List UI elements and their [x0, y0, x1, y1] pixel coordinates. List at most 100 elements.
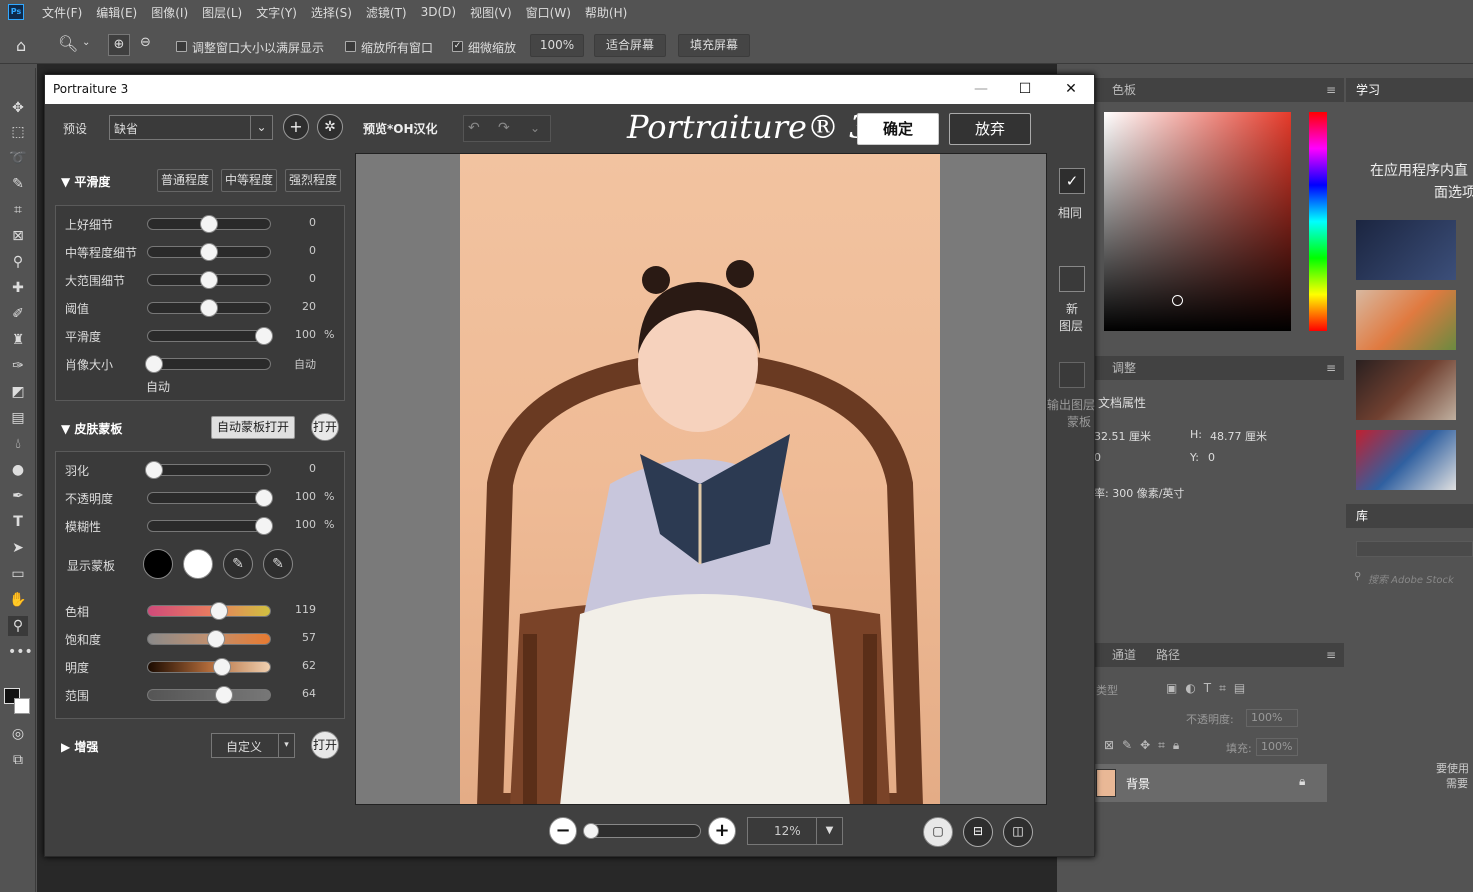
fit-screen-button[interactable]: 适合屏幕 — [594, 34, 666, 57]
zoom-out-icon[interactable]: ⊖ — [140, 35, 151, 50]
cancel-button[interactable]: 放弃 — [949, 113, 1031, 145]
smoothing-section-title[interactable]: ▼ 平滑度 — [61, 173, 110, 190]
undo-icon[interactable]: ↶ — [468, 120, 480, 136]
eyedropper-icon[interactable]: ⚲ — [8, 252, 28, 272]
preset-strong-button[interactable]: 强烈程度 — [285, 169, 341, 192]
mask-white-swatch[interactable] — [183, 549, 213, 579]
enhance-section-title[interactable]: ▶ 增强 — [61, 738, 98, 755]
lock-icons[interactable]: ⊠✎✥⌗🔒︎ — [1104, 738, 1187, 753]
rectangle-tool-icon[interactable]: ▭ — [8, 564, 28, 584]
menu-filter[interactable]: 滤镜(T) — [366, 4, 407, 21]
tab-paths[interactable]: 路径 — [1156, 643, 1180, 667]
preset-medium-button[interactable]: 中等程度 — [221, 169, 277, 192]
split-vertical-icon[interactable]: ◫ — [1003, 817, 1033, 847]
slider-knob[interactable] — [254, 489, 273, 507]
screen-mode-icon[interactable]: ⧉ — [8, 750, 28, 770]
slider-knob[interactable] — [200, 271, 218, 289]
slider-track[interactable] — [147, 299, 271, 317]
layer-row-background[interactable]: 背景 🔒︎ — [1094, 764, 1327, 802]
eraser-tool-icon[interactable]: ◩ — [8, 382, 28, 402]
eyedropper-plus-icon[interactable]: ✎ — [263, 549, 293, 579]
slider-track[interactable] — [147, 489, 273, 507]
lasso-tool-icon[interactable]: ➰ — [8, 148, 28, 168]
ok-button[interactable]: 确定 — [857, 113, 939, 145]
color-picker-field[interactable] — [1104, 112, 1291, 331]
eyedropper-icon[interactable]: ✎ — [223, 549, 253, 579]
layer-filter-type[interactable]: 类型 — [1096, 682, 1118, 698]
slider-track[interactable] — [145, 461, 271, 479]
dodge-tool-icon[interactable]: ● — [8, 460, 28, 480]
pen-tool-icon[interactable]: ✒ — [8, 486, 28, 506]
zoom-in-icon[interactable]: ⊕ — [108, 34, 130, 56]
slider-track[interactable] — [147, 327, 273, 345]
output-mask-checkbox[interactable] — [1059, 362, 1085, 388]
new-layer-checkbox[interactable] — [1059, 266, 1085, 292]
slider-track[interactable] — [147, 243, 271, 261]
menu-image[interactable]: 图像(I) — [151, 4, 188, 21]
zoom-dropdown[interactable]: 12% ▼ — [747, 817, 843, 845]
stock-search-input[interactable]: 搜索 Adobe Stock — [1368, 571, 1454, 586]
slider-knob[interactable] — [209, 602, 228, 620]
skin-mask-section-title[interactable]: ▼ 皮肤蒙板 — [61, 420, 122, 437]
preset-normal-button[interactable]: 普通程度 — [157, 169, 213, 192]
tab-learn[interactable]: 学习 — [1356, 78, 1380, 102]
slider-knob[interactable] — [213, 658, 232, 676]
scrubby-zoom-checkbox[interactable]: ✓ — [452, 41, 463, 52]
mask-black-swatch[interactable] — [143, 549, 173, 579]
zoom-in-icon[interactable]: + — [708, 817, 736, 845]
preview-image-frame[interactable] — [355, 153, 1047, 805]
slider-track[interactable] — [147, 517, 273, 535]
add-preset-icon[interactable]: + — [283, 114, 309, 140]
split-horizontal-icon[interactable]: ⊟ — [963, 817, 993, 847]
enhance-preset-dropdown[interactable]: 自定义 ▾ — [211, 733, 295, 758]
gradient-tool-icon[interactable]: ▤ — [8, 408, 28, 428]
preset-dropdown[interactable]: 缺省 ⌄ — [109, 115, 273, 140]
quick-mask-icon[interactable]: ◎ — [8, 724, 28, 744]
tab-library[interactable]: 库 — [1356, 504, 1368, 528]
move-tool-icon[interactable]: ✥ — [8, 98, 28, 118]
crop-tool-icon[interactable]: ⌗ — [8, 200, 28, 220]
library-select[interactable] — [1356, 541, 1473, 557]
slider-track[interactable] — [147, 271, 271, 289]
slider-knob[interactable] — [254, 327, 273, 345]
stamp-tool-icon[interactable]: ♜ — [8, 330, 28, 350]
menu-file[interactable]: 文件(F) — [42, 4, 82, 21]
slider-track[interactable] — [147, 686, 271, 704]
menu-type[interactable]: 文字(Y) — [256, 4, 297, 21]
fill-screen-button[interactable]: 填充屏幕 — [678, 34, 750, 57]
more-tools-icon[interactable]: ••• — [8, 642, 33, 662]
menu-help[interactable]: 帮助(H) — [585, 4, 627, 21]
path-select-icon[interactable]: ➤ — [8, 538, 28, 558]
slider-knob[interactable] — [254, 517, 273, 535]
hue-slider[interactable] — [1309, 112, 1327, 331]
slider-track[interactable] — [147, 630, 271, 648]
resize-windows-checkbox[interactable] — [176, 41, 187, 52]
slider-knob[interactable] — [214, 686, 233, 704]
chevron-down-icon[interactable]: ⌄ — [530, 121, 540, 135]
preview-toggle-label[interactable]: 预览*OH汉化 — [363, 120, 438, 137]
slider-knob[interactable] — [200, 215, 218, 233]
menu-edit[interactable]: 编辑(E) — [96, 4, 137, 21]
zoom-tool-icon[interactable]: 🔍︎ — [58, 34, 78, 53]
menu-window[interactable]: 窗口(W) — [526, 4, 571, 21]
tab-adjustments[interactable]: 调整 — [1112, 356, 1136, 380]
slider-knob[interactable] — [145, 355, 164, 373]
color-picker-cursor[interactable] — [1172, 295, 1183, 306]
healing-brush-icon[interactable]: ✚ — [8, 278, 28, 298]
zoom-slider[interactable] — [583, 823, 701, 839]
history-brush-icon[interactable]: ✑ — [8, 356, 28, 376]
menu-select[interactable]: 选择(S) — [311, 4, 352, 21]
slider-track[interactable] — [147, 602, 271, 620]
opacity-field[interactable]: 100% — [1246, 709, 1298, 727]
slider-track[interactable] — [147, 215, 271, 233]
zoom-all-checkbox[interactable] — [345, 41, 356, 52]
hand-tool-icon[interactable]: ✋ — [8, 590, 28, 610]
tutorial-thumbnail-3[interactable] — [1356, 360, 1456, 420]
layer-filter-icons[interactable]: ▣◐T⌗▤ — [1166, 681, 1253, 696]
menu-view[interactable]: 视图(V) — [470, 4, 512, 21]
zoom-out-icon[interactable]: − — [549, 817, 577, 845]
single-view-icon[interactable]: ▢ — [923, 817, 953, 847]
frame-tool-icon[interactable]: ⊠ — [8, 226, 28, 246]
quick-select-icon[interactable]: ✎ — [8, 174, 28, 194]
fill-field[interactable]: 100% — [1256, 738, 1298, 756]
